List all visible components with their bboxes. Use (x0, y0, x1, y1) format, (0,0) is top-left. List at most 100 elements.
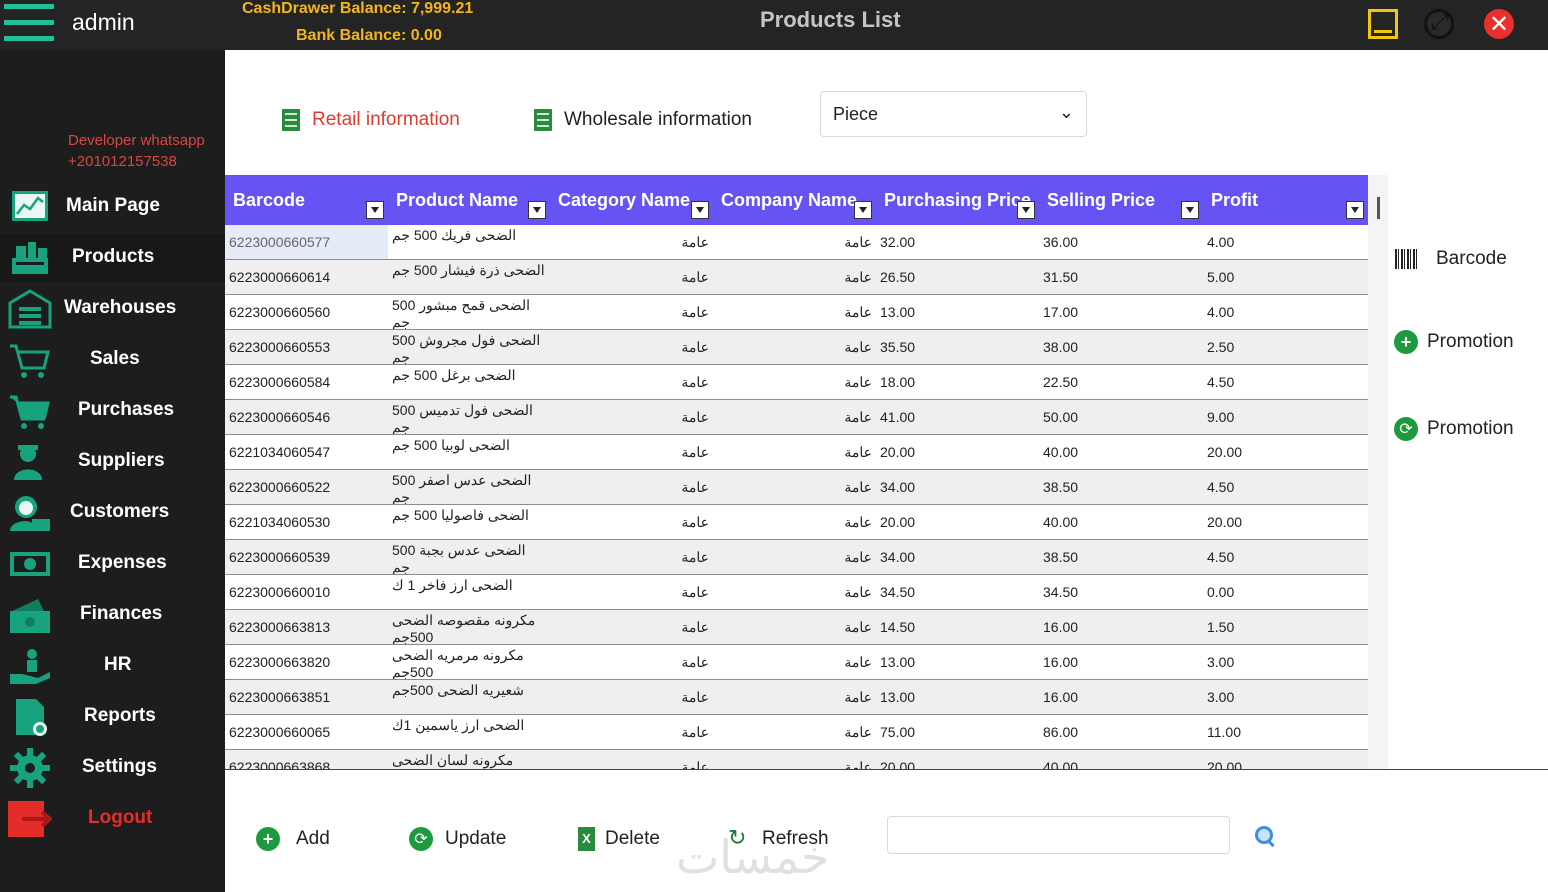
filter-icon[interactable] (691, 201, 709, 219)
column-label: Category Name (558, 190, 691, 210)
minimize-icon[interactable] (1368, 9, 1398, 39)
selling-price-cell: 31.50 (1043, 269, 1079, 285)
category-cell: عامة (681, 619, 709, 635)
add-promotion-button[interactable]: + Promotion (1394, 327, 1514, 357)
sidebar-item-label: Customers (70, 501, 170, 522)
sidebar-item-hr[interactable]: HR (0, 642, 225, 690)
table-row[interactable]: 6223000663851 شعيريه الضحى 500جم عامة عامة 1… (225, 680, 1368, 715)
sidebar-item-logout[interactable]: Logout (0, 795, 225, 843)
tab-retail-information[interactable]: Retail information (282, 106, 460, 134)
sidebar-item-finances[interactable]: Finances (0, 591, 225, 639)
barcode-button[interactable]: Barcode (1394, 244, 1507, 274)
sidebar-item-label: Suppliers (78, 450, 165, 471)
menu-icon[interactable] (4, 4, 54, 44)
column-header-purchasing-price[interactable]: Purchasing Price (876, 175, 1039, 225)
column-header-company-name[interactable]: Company Name (713, 175, 876, 225)
category-cell: عامة (681, 234, 709, 250)
table-row[interactable]: 6223000660539 الضحى عدس بجبة 500 جم عامة عا… (225, 540, 1368, 575)
supplier-icon (14, 445, 42, 480)
table-row[interactable]: 6223000660560 الضحى قمح مبشور 500 جم عامة ع… (225, 295, 1368, 330)
sidebar-item-reports[interactable]: Reports (0, 693, 225, 741)
table-row[interactable]: 6223000663868 مكرونه لسان الضحى عامة عامة 20… (225, 750, 1368, 769)
table-row[interactable]: 6223000660546 الضحى فول تدميس 500 جم عامة ع… (225, 400, 1368, 435)
filter-icon[interactable] (528, 201, 546, 219)
table-row[interactable]: 6223000660577 الضحى فريك 500 جم عامة عامة 32… (225, 225, 1368, 260)
logout-icon (8, 801, 52, 837)
barcode-cell: 6223000663851 (229, 689, 331, 705)
selling-price-cell: 36.00 (1043, 234, 1079, 250)
update-button[interactable]: ⟳ Update (409, 824, 506, 854)
product-name-cell: الضحى فول تدميس 500 جم (392, 402, 533, 434)
delete-button[interactable]: X Delete (578, 824, 660, 854)
add-button[interactable]: + Add (256, 824, 330, 854)
company-cell: عامة (844, 479, 872, 495)
table-row[interactable]: 6223000660010 الضحى ارز فاخر 1 ك عامة عامة 3… (225, 575, 1368, 610)
purchasing-price-cell: 20.00 (880, 514, 916, 530)
update-promotion-button[interactable]: ⟳ Promotion (1394, 414, 1514, 444)
sidebar-item-label: Expenses (78, 552, 167, 573)
profit-cell: 20.00 (1207, 759, 1243, 769)
table-row[interactable]: 6223000660553 الضحى فول مجروش 500 جم عامة ع… (225, 330, 1368, 365)
selling-price-cell: 16.00 (1043, 689, 1079, 705)
selling-price-cell: 16.00 (1043, 619, 1079, 635)
refresh-circle-icon: ⟳ (1394, 417, 1418, 441)
search-icon[interactable] (1253, 824, 1277, 848)
search-input[interactable] (887, 816, 1230, 854)
column-header-profit[interactable]: Profit (1203, 175, 1368, 225)
grid-scrollbar[interactable] (1368, 175, 1388, 769)
category-cell: عامة (681, 689, 709, 705)
column-header-selling-price[interactable]: Selling Price (1039, 175, 1203, 225)
sidebar-item-products[interactable]: Products (0, 234, 225, 282)
sidebar-item-customers[interactable]: Customers (0, 489, 225, 537)
profit-cell: 20.00 (1207, 444, 1243, 460)
company-cell: عامة (844, 234, 872, 250)
refresh-button[interactable]: ↻ Refresh (728, 824, 829, 854)
unit-select[interactable]: Piece ⌄ (820, 91, 1087, 137)
table-row[interactable]: 6223000660614 الضحى ذرة فيشار 500 جم عامة ع… (225, 260, 1368, 295)
sidebar-item-main-page[interactable]: Main Page (0, 183, 225, 231)
column-label: Company Name (721, 190, 858, 210)
table-row[interactable]: 6223000660065 الضحى ارز ياسمين 1ك عامة عامة… (225, 715, 1368, 750)
product-name-cell: مكرونه لسان الضحى (392, 752, 514, 768)
column-label: Selling Price (1047, 190, 1156, 210)
category-cell: عامة (681, 584, 709, 600)
table-row[interactable]: 6221034060530 الضحى فاصوليا 500 جم عامة عام… (225, 505, 1368, 540)
sidebar-item-label: Main Page (66, 195, 160, 216)
barcode-cell: 6223000660539 (229, 549, 331, 565)
sidebar-item-label: Settings (82, 756, 157, 777)
profit-cell: 5.00 (1207, 269, 1235, 285)
filter-icon[interactable] (366, 201, 384, 219)
filter-icon[interactable] (854, 201, 872, 219)
sidebar-item-expenses[interactable]: Expenses (0, 540, 225, 588)
table-row[interactable]: 6223000663813 مكرونه مقصوصه الضحى 500جم عا… (225, 610, 1368, 645)
table-row[interactable]: 6223000660522 الضحى عدس اصفر 500 جم عامة عا… (225, 470, 1368, 505)
sidebar-item-purchases[interactable]: Purchases (0, 387, 225, 435)
column-header-product-name[interactable]: Product Name (388, 175, 550, 225)
purchasing-price-cell: 75.00 (880, 724, 916, 740)
filter-icon[interactable] (1017, 201, 1035, 219)
purchasing-price-cell: 32.00 (880, 234, 916, 250)
filter-icon[interactable] (1181, 201, 1199, 219)
maximize-icon[interactable] (1424, 9, 1454, 39)
purchasing-price-cell: 18.00 (880, 374, 916, 390)
tab-wholesale-information[interactable]: Wholesale information (534, 106, 752, 134)
selling-price-cell: 38.00 (1043, 339, 1079, 355)
sidebar-item-settings[interactable]: Settings (0, 744, 225, 792)
table-row[interactable]: 6223000663820 مكرونه مرمريه الضحى 500جم عا… (225, 645, 1368, 680)
purchasing-price-cell: 26.50 (880, 269, 916, 285)
category-cell: عامة (681, 409, 709, 425)
close-icon[interactable]: ✕ (1484, 9, 1514, 39)
company-cell: عامة (844, 654, 872, 670)
product-name-cell: الضحى لوبيا 500 جم (392, 437, 510, 453)
profit-cell: 3.00 (1207, 689, 1235, 705)
filter-icon[interactable] (1346, 201, 1364, 219)
scrollbar-thumb[interactable] (1377, 197, 1380, 219)
table-row[interactable]: 6223000660584 الضحى برغل 500 جم عامة عامة 18… (225, 365, 1368, 400)
sidebar-item-sales[interactable]: Sales (0, 336, 225, 384)
barcode-cell: 6221034060547 (229, 444, 331, 460)
column-header-barcode[interactable]: Barcode (225, 175, 388, 225)
column-header-category-name[interactable]: Category Name (550, 175, 713, 225)
sidebar-item-warehouses[interactable]: Warehouses (0, 285, 225, 333)
table-row[interactable]: 6221034060547 الضحى لوبيا 500 جم عامة عامة 2… (225, 435, 1368, 470)
sidebar-item-suppliers[interactable]: Suppliers (0, 438, 225, 486)
